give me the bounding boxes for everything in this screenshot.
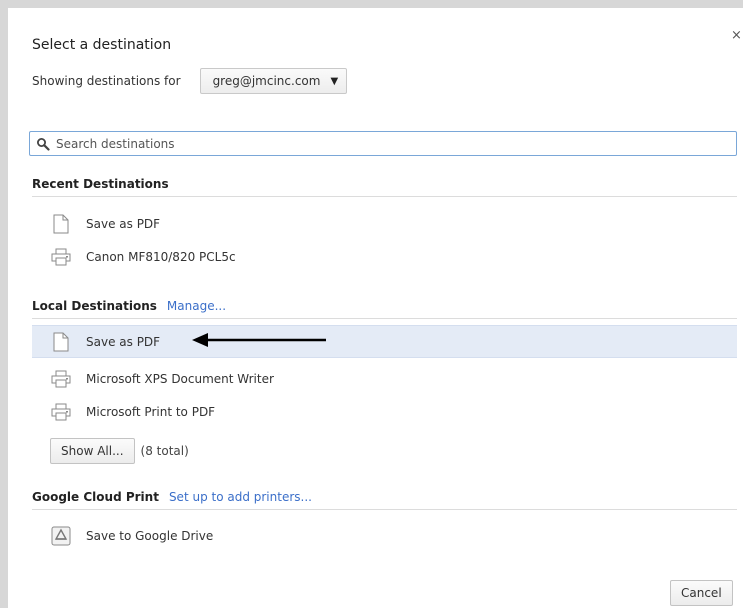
recent-destinations-title: Recent Destinations [32, 177, 169, 191]
search-icon [37, 137, 50, 151]
local-item-save-as-pdf[interactable]: Save as PDF [32, 325, 737, 358]
cloud-print-header: Google Cloud Print Set up to add printer… [32, 485, 737, 510]
document-icon [50, 213, 72, 235]
printer-icon [50, 401, 72, 423]
document-icon [50, 331, 72, 353]
account-row: Showing destinations for greg@jmcinc.com… [32, 66, 348, 96]
recent-destinations-header: Recent Destinations [32, 172, 737, 197]
destination-label: Canon MF810/820 PCL5c [86, 249, 236, 264]
destination-label: Save as PDF [86, 216, 161, 231]
local-item-xps-writer[interactable]: Microsoft XPS Document Writer [32, 362, 737, 395]
printer-icon [50, 368, 72, 390]
manage-link[interactable]: Manage... [167, 299, 226, 313]
account-value: greg@jmcinc.com [212, 74, 321, 88]
destination-label: Save as PDF [86, 334, 161, 349]
cloud-print-title: Google Cloud Print [32, 490, 159, 504]
close-icon[interactable]: × [731, 28, 742, 43]
account-dropdown[interactable]: greg@jmcinc.com ▼ [199, 68, 348, 94]
cancel-button[interactable]: Cancel [670, 580, 733, 606]
destination-label: Microsoft Print to PDF [86, 404, 216, 419]
printer-icon [50, 246, 72, 268]
destination-label: Save to Google Drive [86, 528, 214, 543]
google-drive-icon [50, 525, 72, 547]
search-input[interactable] [56, 136, 716, 151]
destination-label: Microsoft XPS Document Writer [86, 371, 274, 386]
showing-destinations-label: Showing destinations for [32, 74, 181, 88]
local-destinations-header: Local Destinations Manage... [32, 294, 737, 319]
pointer-arrow-icon [192, 333, 326, 347]
dialog-title: Select a destination [32, 37, 172, 53]
show-all-button[interactable]: Show All... [50, 438, 135, 464]
recent-item-canon-printer[interactable]: Canon MF810/820 PCL5c [32, 240, 737, 273]
total-count-note: (8 total) [140, 444, 189, 458]
local-item-print-to-pdf[interactable]: Microsoft Print to PDF [32, 395, 737, 428]
local-destinations-title: Local Destinations [32, 299, 157, 313]
setup-printers-link[interactable]: Set up to add printers... [169, 490, 312, 504]
cloud-item-google-drive[interactable]: Save to Google Drive [32, 519, 737, 552]
dropdown-caret-icon: ▼ [330, 75, 339, 87]
search-box [29, 131, 737, 156]
recent-item-save-as-pdf[interactable]: Save as PDF [32, 207, 737, 240]
show-all-row: Show All... (8 total) [50, 437, 189, 465]
